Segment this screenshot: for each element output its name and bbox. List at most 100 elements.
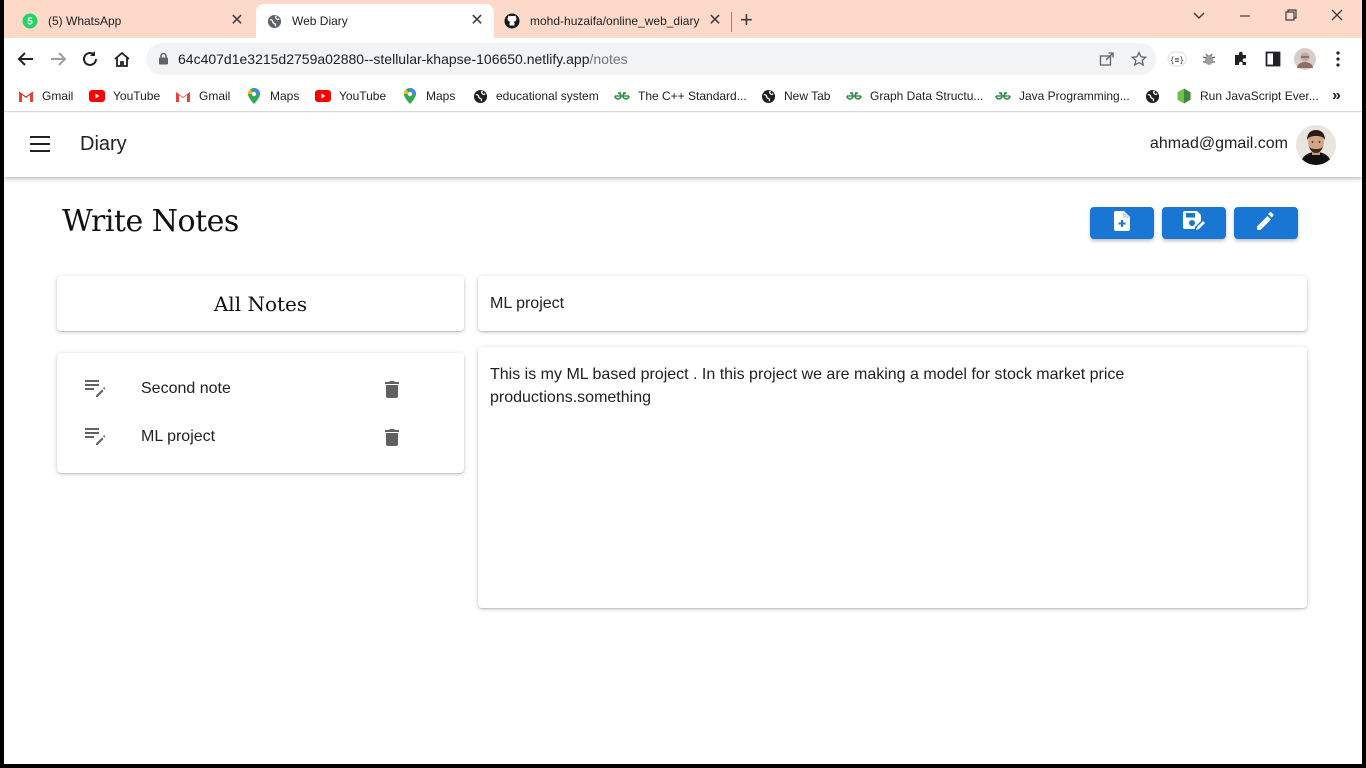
json-extension-icon[interactable]: {≡} [1166,48,1188,70]
globe-icon [1144,88,1160,104]
note-list-item[interactable]: ML project [57,413,464,461]
note-add-icon [1114,210,1130,236]
bookmark-label: New Tab [784,89,831,103]
new-note-button[interactable] [1090,207,1154,239]
delete-icon[interactable] [381,378,403,400]
profile-avatar[interactable] [1294,48,1316,70]
save-note-button[interactable] [1162,207,1226,239]
gfg-icon [846,88,862,104]
bookmarks-overflow-icon[interactable]: » [1332,87,1341,105]
url-text: 64c407d1e3215d2759a02880--stellular-khap… [178,51,628,67]
bookmark-globe[interactable] [1144,87,1168,105]
bookmark-youtube[interactable]: YouTube [315,87,386,105]
tab-whatsapp[interactable]: 5 (5) WhatsApp ✕ [4,4,254,38]
new-tab-icon[interactable]: + [740,9,753,31]
note-title: Second note [141,380,231,397]
bookmark-maps[interactable]: Maps [246,87,299,105]
bookmark-label: Gmail [199,89,231,103]
globe-icon [760,88,776,104]
svg-text:5: 5 [27,17,33,28]
github-icon [504,13,520,29]
minimize-icon[interactable] [1238,8,1252,26]
note-list-item[interactable]: Second note [57,365,464,413]
tab-title: (5) WhatsApp [48,14,122,28]
bookmark-label: Run JavaScript Ever... [1200,89,1319,103]
tab-title: mohd-huzaifa/online_web_diary [530,14,700,28]
user-email: ahmad@gmail.com [1149,135,1288,152]
close-window-icon[interactable] [1330,8,1344,26]
nodejs-icon [1176,88,1192,104]
bookmark-label: YouTube [339,89,387,103]
browser-toolbar: 64c407d1e3215d2759a02880--stellular-khap… [4,38,1362,80]
note-body-input[interactable]: This is my ML based project . In this pr… [478,347,1307,608]
hamburger-menu-icon[interactable] [30,136,50,154]
app-title: Diary [80,133,127,155]
bug-extension-icon[interactable] [1198,48,1220,70]
bookmark-label: Maps [426,89,456,103]
gfg-icon [614,88,630,104]
tab-strip: 5 (5) WhatsApp ✕ Web Diary ✕ mohd-huzaif… [4,0,1362,38]
bookmark-label: educational system [496,89,599,103]
forward-icon[interactable] [46,47,70,71]
side-panel-icon[interactable] [1262,48,1284,70]
bookmark-label: The C++ Standard... [638,89,747,103]
home-icon[interactable] [110,47,134,71]
bookmark-gmail[interactable]: Gmail [18,87,73,105]
all-notes-header: All Notes [57,276,464,331]
address-bar[interactable]: 64c407d1e3215d2759a02880--stellular-khap… [146,43,1156,75]
bookmark-gmail[interactable]: Gmail [175,87,230,105]
bookmark-youtube[interactable]: YouTube [89,87,160,105]
note-title: ML project [141,428,216,445]
tab-web-diary[interactable]: Web Diary ✕ [256,4,494,38]
extensions-puzzle-icon[interactable] [1230,48,1252,70]
bookmark-maps[interactable]: Maps [402,87,455,105]
globe-icon [266,13,282,29]
browser-window: 5 (5) WhatsApp ✕ Web Diary ✕ mohd-huzaif… [4,0,1362,764]
tab-separator [731,12,732,32]
back-icon[interactable] [14,47,38,71]
gmail-icon [18,88,34,104]
delete-icon[interactable] [381,426,403,448]
bookmark-new-tab[interactable]: New Tab [760,87,830,105]
bookmark-educational-system[interactable]: educational system [472,87,599,105]
bookmark-java-programming[interactable]: Java Programming... [995,87,1130,105]
tab-search-icon[interactable] [1192,8,1206,26]
tab-title: Web Diary [292,14,348,28]
maps-icon [246,88,262,104]
maps-icon [402,88,418,104]
bookmark-cpp-standard[interactable]: The C++ Standard... [614,87,747,105]
bookmarks-bar: Gmail YouTube Gmail Maps YouTube Maps ed… [4,80,1362,112]
save-as-icon [1183,210,1205,236]
share-icon[interactable] [1098,50,1116,68]
edit-note-icon [85,379,107,402]
tab-github[interactable]: mohd-huzaifa/online_web_diary ✕ [494,4,732,38]
edit-note-icon [85,427,107,450]
restore-icon[interactable] [1284,8,1298,26]
bookmark-label: Java Programming... [1019,89,1130,103]
edit-note-button[interactable] [1234,207,1298,239]
reload-icon[interactable] [78,47,102,71]
close-tab-icon[interactable]: ✕ [228,12,246,30]
gmail-icon [175,88,191,104]
notes-list: Second note ML project [57,353,464,473]
globe-icon [472,88,488,104]
close-tab-icon[interactable]: ✕ [468,12,486,30]
pencil-icon [1257,211,1275,235]
bookmark-label: Gmail [42,89,74,103]
close-tab-icon[interactable]: ✕ [706,12,724,30]
bookmark-label: Graph Data Structu... [870,89,984,103]
all-notes-title: All Notes [213,292,308,316]
youtube-icon [315,88,331,104]
bookmark-run-javascript[interactable]: Run JavaScript Ever... [1176,87,1319,105]
note-body-value: This is my ML based project . In this pr… [490,366,1125,406]
note-title-input[interactable]: ML project [478,276,1307,331]
user-avatar[interactable] [1296,125,1336,165]
bookmark-star-icon[interactable] [1130,50,1148,68]
lock-icon[interactable] [158,52,169,68]
bookmark-graph-data-structure[interactable]: Graph Data Structu... [846,87,983,105]
more-vert-icon[interactable] [1327,48,1349,70]
url-path: /notes [589,51,628,67]
note-title-value: ML project [490,295,565,312]
bookmark-label: Maps [270,89,300,103]
app-bar: Diary ahmad@gmail.com [4,113,1362,177]
